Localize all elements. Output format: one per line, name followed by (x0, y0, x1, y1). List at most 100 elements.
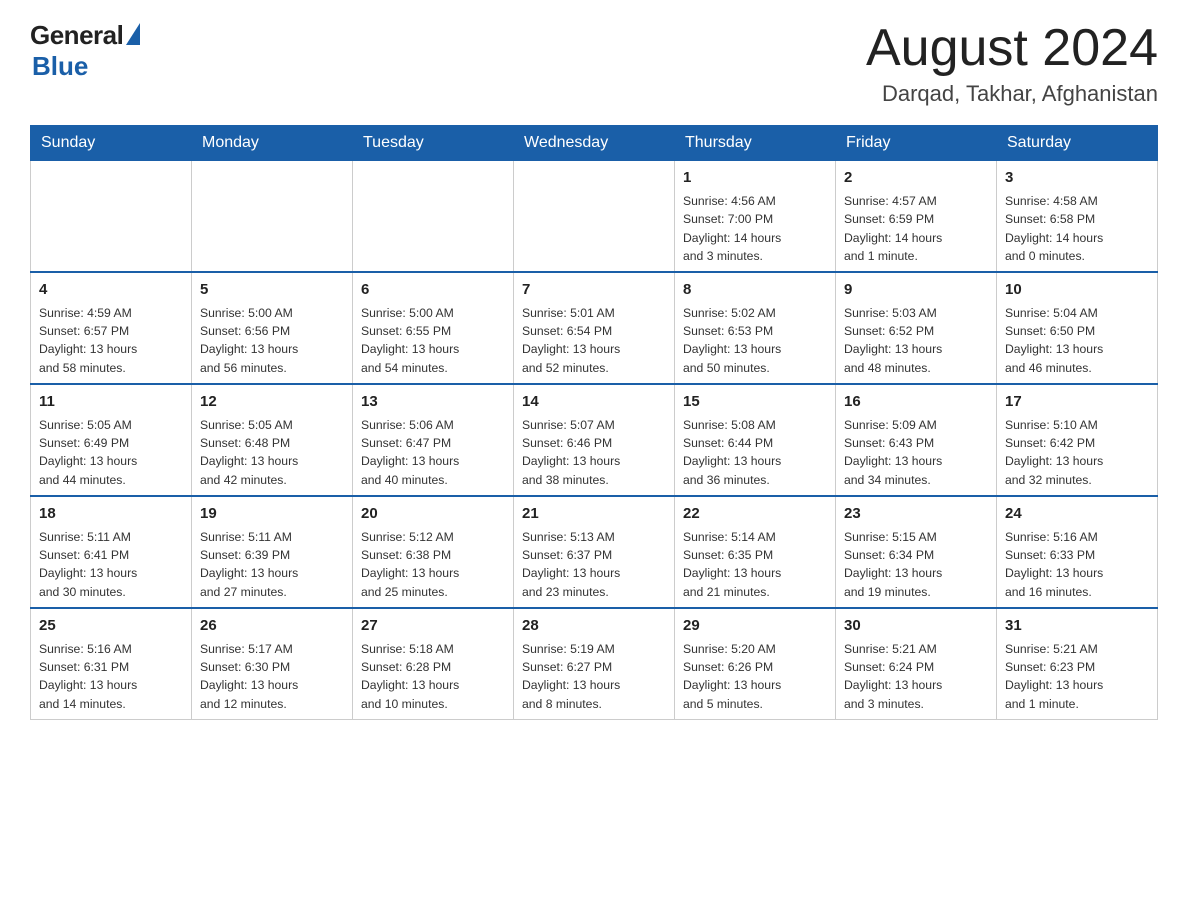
day-number: 19 (200, 503, 344, 525)
day-sun-info: Sunrise: 5:08 AM Sunset: 6:44 PM Dayligh… (683, 418, 781, 487)
day-sun-info: Sunrise: 5:16 AM Sunset: 6:33 PM Dayligh… (1005, 530, 1103, 599)
calendar-cell: 21Sunrise: 5:13 AM Sunset: 6:37 PM Dayli… (514, 496, 675, 608)
location-subtitle: Darqad, Takhar, Afghanistan (866, 81, 1158, 107)
day-header-wednesday: Wednesday (514, 126, 675, 161)
calendar-cell: 24 Sunrise: 5:16 AM Sunset: 6:33 PM Dayli… (997, 496, 1158, 608)
day-number: 23 (844, 503, 988, 525)
day-sun-info: Sunrise: 5:15 AM Sunset: 6:34 PM Dayligh… (844, 530, 942, 599)
day-sun-info: Sunrise: 5:16 AM Sunset: 6:31 PM Dayligh… (39, 642, 137, 711)
day-number: 4 (39, 279, 183, 301)
day-number: 12 (200, 391, 344, 413)
day-sun-info: Sunrise: 5:13 AM Sunset: 6:37 PM Dayligh… (522, 530, 620, 599)
calendar-week-row: 18 Sunrise: 5:11 AM Sunset: 6:41 PM Dayli… (31, 496, 1158, 608)
day-number: 16 (844, 391, 988, 413)
calendar-week-row: 4 Sunrise: 4:59 AM Sunset: 6:57 PM Daylig… (31, 272, 1158, 384)
calendar-cell: 3 Sunrise: 4:58 AM Sunset: 6:58 PM Daylig… (997, 161, 1158, 272)
day-sun-info: Sunrise: 5:21 AM Sunset: 6:24 PM Dayligh… (844, 642, 942, 711)
calendar-cell: 2 Sunrise: 4:57 AM Sunset: 6:59 PM Daylig… (836, 161, 997, 272)
calendar-cell: 23 Sunrise: 5:15 AM Sunset: 6:34 PM Dayli… (836, 496, 997, 608)
day-number: 31 (1005, 615, 1149, 637)
day-sun-info: Sunrise: 5:07 AM Sunset: 6:46 PM Dayligh… (522, 418, 620, 487)
day-number: 28 (522, 615, 666, 637)
day-sun-info: Sunrise: 5:18 AM Sunset: 6:28 PM Dayligh… (361, 642, 459, 711)
day-sun-info: Sunrise: 5:06 AM Sunset: 6:47 PM Dayligh… (361, 418, 459, 487)
calendar-cell: 13Sunrise: 5:06 AM Sunset: 6:47 PM Dayli… (353, 384, 514, 496)
calendar-cell: 5Sunrise: 5:00 AM Sunset: 6:56 PM Daylig… (192, 272, 353, 384)
day-sun-info: Sunrise: 4:57 AM Sunset: 6:59 PM Dayligh… (844, 194, 942, 263)
day-header-sunday: Sunday (31, 126, 192, 161)
day-number: 11 (39, 391, 183, 413)
day-sun-info: Sunrise: 5:05 AM Sunset: 6:48 PM Dayligh… (200, 418, 298, 487)
calendar-cell (353, 161, 514, 272)
day-number: 20 (361, 503, 505, 525)
calendar-cell: 9Sunrise: 5:03 AM Sunset: 6:52 PM Daylig… (836, 272, 997, 384)
calendar-cell: 30 Sunrise: 5:21 AM Sunset: 6:24 PM Dayli… (836, 608, 997, 719)
calendar-cell: 26Sunrise: 5:17 AM Sunset: 6:30 PM Dayli… (192, 608, 353, 719)
day-number: 27 (361, 615, 505, 637)
day-number: 5 (200, 279, 344, 301)
day-number: 15 (683, 391, 827, 413)
calendar-cell: 12 Sunrise: 5:05 AM Sunset: 6:48 PM Dayli… (192, 384, 353, 496)
calendar-cell: 14 Sunrise: 5:07 AM Sunset: 6:46 PM Dayli… (514, 384, 675, 496)
day-sun-info: Sunrise: 4:58 AM Sunset: 6:58 PM Dayligh… (1005, 194, 1103, 263)
day-header-saturday: Saturday (997, 126, 1158, 161)
page-header: General Blue August 2024 Darqad, Takhar,… (30, 20, 1158, 107)
day-header-friday: Friday (836, 126, 997, 161)
day-sun-info: Sunrise: 5:09 AM Sunset: 6:43 PM Dayligh… (844, 418, 942, 487)
calendar-cell: 20 Sunrise: 5:12 AM Sunset: 6:38 PM Dayli… (353, 496, 514, 608)
calendar-cell: 1Sunrise: 4:56 AM Sunset: 7:00 PM Daylig… (675, 161, 836, 272)
day-number: 8 (683, 279, 827, 301)
day-sun-info: Sunrise: 5:03 AM Sunset: 6:52 PM Dayligh… (844, 306, 942, 375)
day-number: 6 (361, 279, 505, 301)
logo-general-text: General (30, 20, 123, 51)
title-section: August 2024 Darqad, Takhar, Afghanistan (866, 20, 1158, 107)
day-sun-info: Sunrise: 5:01 AM Sunset: 6:54 PM Dayligh… (522, 306, 620, 375)
calendar-cell: 7Sunrise: 5:01 AM Sunset: 6:54 PM Daylig… (514, 272, 675, 384)
day-sun-info: Sunrise: 5:12 AM Sunset: 6:38 PM Dayligh… (361, 530, 459, 599)
day-sun-info: Sunrise: 5:11 AM Sunset: 6:41 PM Dayligh… (39, 530, 137, 599)
calendar-cell: 18 Sunrise: 5:11 AM Sunset: 6:41 PM Dayli… (31, 496, 192, 608)
calendar-cell: 6 Sunrise: 5:00 AM Sunset: 6:55 PM Daylig… (353, 272, 514, 384)
day-sun-info: Sunrise: 5:17 AM Sunset: 6:30 PM Dayligh… (200, 642, 298, 711)
calendar-week-row: 25Sunrise: 5:16 AM Sunset: 6:31 PM Dayli… (31, 608, 1158, 719)
day-sun-info: Sunrise: 5:21 AM Sunset: 6:23 PM Dayligh… (1005, 642, 1103, 711)
day-number: 10 (1005, 279, 1149, 301)
calendar-header-row: SundayMondayTuesdayWednesdayThursdayFrid… (31, 126, 1158, 161)
calendar-cell: 22 Sunrise: 5:14 AM Sunset: 6:35 PM Dayli… (675, 496, 836, 608)
calendar-cell: 8Sunrise: 5:02 AM Sunset: 6:53 PM Daylig… (675, 272, 836, 384)
day-sun-info: Sunrise: 5:10 AM Sunset: 6:42 PM Dayligh… (1005, 418, 1103, 487)
day-header-monday: Monday (192, 126, 353, 161)
day-number: 22 (683, 503, 827, 525)
day-sun-info: Sunrise: 5:11 AM Sunset: 6:39 PM Dayligh… (200, 530, 298, 599)
day-number: 18 (39, 503, 183, 525)
calendar-cell: 31 Sunrise: 5:21 AM Sunset: 6:23 PM Dayli… (997, 608, 1158, 719)
calendar-cell: 16 Sunrise: 5:09 AM Sunset: 6:43 PM Dayli… (836, 384, 997, 496)
day-header-thursday: Thursday (675, 126, 836, 161)
day-sun-info: Sunrise: 4:56 AM Sunset: 7:00 PM Dayligh… (683, 194, 781, 263)
day-number: 29 (683, 615, 827, 637)
calendar-cell: 4 Sunrise: 4:59 AM Sunset: 6:57 PM Daylig… (31, 272, 192, 384)
month-title: August 2024 (866, 20, 1158, 77)
logo-blue-text: Blue (32, 51, 88, 82)
calendar-cell: 17 Sunrise: 5:10 AM Sunset: 6:42 PM Dayli… (997, 384, 1158, 496)
day-number: 24 (1005, 503, 1149, 525)
calendar-cell: 27 Sunrise: 5:18 AM Sunset: 6:28 PM Dayli… (353, 608, 514, 719)
day-sun-info: Sunrise: 5:05 AM Sunset: 6:49 PM Dayligh… (39, 418, 137, 487)
day-sun-info: Sunrise: 5:19 AM Sunset: 6:27 PM Dayligh… (522, 642, 620, 711)
day-number: 3 (1005, 167, 1149, 189)
calendar-cell: 28 Sunrise: 5:19 AM Sunset: 6:27 PM Dayli… (514, 608, 675, 719)
day-sun-info: Sunrise: 5:20 AM Sunset: 6:26 PM Dayligh… (683, 642, 781, 711)
calendar-week-row: 1Sunrise: 4:56 AM Sunset: 7:00 PM Daylig… (31, 161, 1158, 272)
day-number: 2 (844, 167, 988, 189)
calendar-cell: 11 Sunrise: 5:05 AM Sunset: 6:49 PM Dayli… (31, 384, 192, 496)
calendar-week-row: 11 Sunrise: 5:05 AM Sunset: 6:49 PM Dayli… (31, 384, 1158, 496)
logo-triangle-icon (126, 23, 140, 45)
calendar-cell (31, 161, 192, 272)
day-number: 17 (1005, 391, 1149, 413)
day-sun-info: Sunrise: 5:00 AM Sunset: 6:55 PM Dayligh… (361, 306, 459, 375)
calendar-table: SundayMondayTuesdayWednesdayThursdayFrid… (30, 125, 1158, 720)
day-number: 14 (522, 391, 666, 413)
day-number: 30 (844, 615, 988, 637)
day-sun-info: Sunrise: 5:14 AM Sunset: 6:35 PM Dayligh… (683, 530, 781, 599)
day-sun-info: Sunrise: 4:59 AM Sunset: 6:57 PM Dayligh… (39, 306, 137, 375)
